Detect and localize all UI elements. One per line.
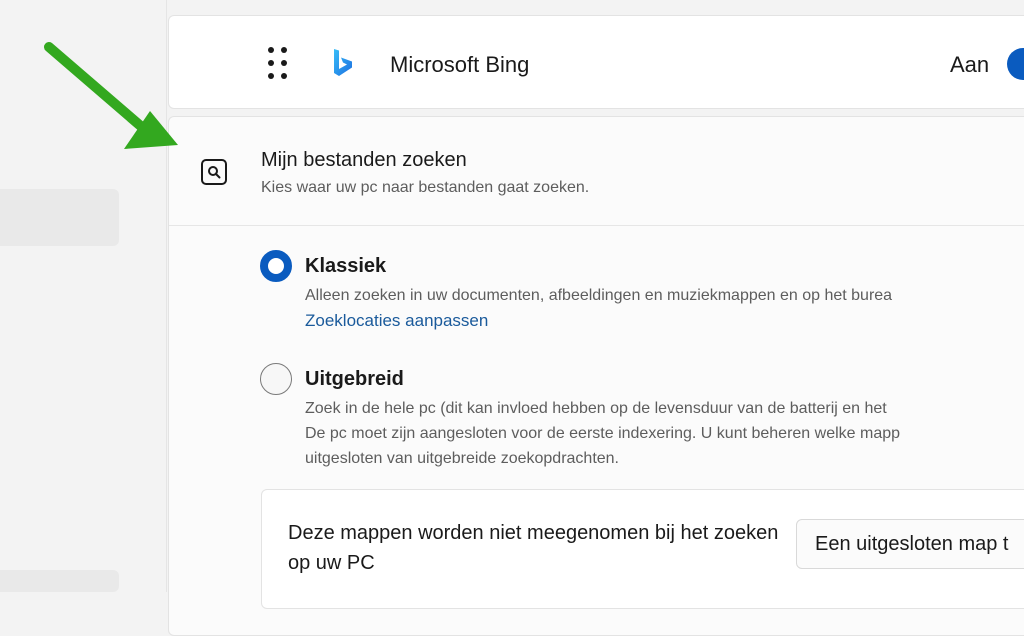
add-excluded-folder-button[interactable]: Een uitgesloten map t — [796, 519, 1024, 569]
search-files-header[interactable]: Mijn bestanden zoeken Kies waar uw pc na… — [169, 117, 1024, 226]
enhanced-radio[interactable] — [260, 363, 292, 395]
green-arrow-icon — [44, 42, 178, 149]
provider-name: Microsoft Bing — [390, 52, 530, 77]
section-title: Mijn bestanden zoeken — [261, 149, 467, 171]
classic-radio[interactable] — [260, 250, 292, 282]
section-subtitle: Kies waar uw pc naar bestanden gaat zoek… — [261, 179, 590, 196]
classic-label[interactable]: Klassiek — [305, 255, 386, 278]
drag-dots-icon[interactable] — [268, 47, 294, 81]
classic-description: Alleen zoeken in uw documenten, afbeeldi… — [305, 287, 893, 304]
bing-logo-icon — [334, 49, 352, 76]
enhanced-description-line-1: Zoek in de hele pc (dit kan invloed hebb… — [305, 400, 887, 417]
sidebar-item[interactable] — [0, 570, 119, 592]
excluded-folders-card: Deze mappen worden niet meegenomen bij h… — [261, 489, 1024, 609]
customize-locations-link[interactable]: Zoeklocaties aanpassen — [305, 311, 488, 331]
enhanced-description-line-3: uitgesloten van uitgebreide zoekopdracht… — [305, 450, 619, 467]
toggle-state-label: Aan — [950, 52, 990, 77]
enhanced-description-line-2: De pc moet zijn aangesloten voor de eers… — [305, 425, 901, 442]
sidebar-item-selected[interactable] — [0, 189, 119, 246]
enhanced-label[interactable]: Uitgebreid — [305, 368, 404, 391]
search-provider-card: Microsoft Bing Aan — [168, 15, 1024, 109]
excluded-folders-text: Deze mappen worden niet meegenomen bij h… — [288, 522, 779, 574]
provider-toggle[interactable] — [1007, 48, 1024, 80]
